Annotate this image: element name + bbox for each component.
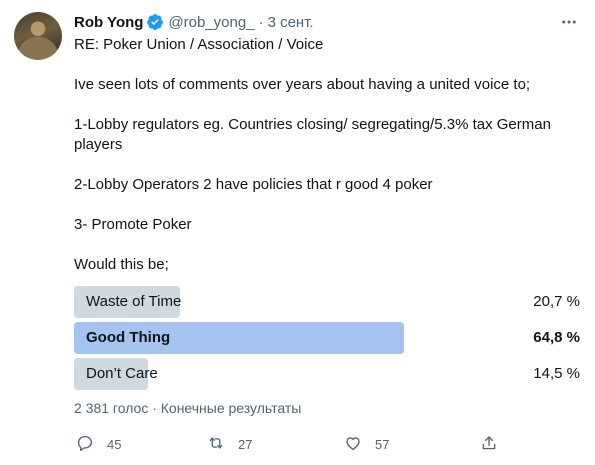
poll-option: Waste of Time 20,7 % (74, 286, 584, 318)
share-button[interactable] (480, 432, 498, 456)
tweet-timestamp[interactable]: 3 сент. (268, 14, 314, 31)
retweet-count: 27 (238, 436, 253, 452)
poll-option-label: Waste of Time (86, 293, 182, 310)
author-name[interactable]: Rob Yong (74, 14, 143, 31)
poll-results-meta: 2 381 голос · Конечные результаты (74, 400, 302, 416)
more-options-icon[interactable] (559, 12, 579, 32)
poll-option-label: Don’t Care (86, 365, 158, 382)
poll-option-percent: 14,5 % (533, 365, 580, 382)
poll-option-winner: Good Thing 64,8 % (74, 322, 584, 354)
tweet[interactable]: Rob Yong @rob_yong_ · 3 сент. RE: Poker … (0, 0, 595, 465)
like-button[interactable]: 57 (344, 432, 389, 456)
poll-option-label: Good Thing (86, 329, 171, 346)
retweet-icon (207, 434, 225, 455)
like-count: 57 (375, 436, 390, 452)
tweet-text-line: 3- Promote Poker (74, 216, 192, 233)
verified-badge-icon (146, 13, 164, 31)
separator-dot: · (258, 13, 264, 31)
action-bar: 45 27 57 (74, 432, 514, 456)
tweet-text-line: Would this be; (74, 256, 169, 273)
heart-icon (344, 434, 362, 455)
reply-count: 45 (107, 436, 122, 452)
share-icon (480, 434, 498, 455)
tweet-text-line: 2-Lobby Operators 2 have policies that r… (74, 176, 433, 193)
poll-option-percent: 64,8 % (533, 329, 580, 346)
retweet-button[interactable]: 27 (207, 432, 252, 456)
avatar[interactable] (14, 12, 62, 60)
reply-icon (76, 434, 94, 455)
tweet-text-line: RE: Poker Union / Association / Voice (74, 36, 324, 53)
tweet-header: Rob Yong @rob_yong_ · 3 сент. (74, 12, 314, 32)
poll-option-percent: 20,7 % (533, 293, 580, 310)
tweet-text-line: Ive seen lots of comments over years abo… (74, 76, 531, 93)
tweet-text-line: 1-Lobby regulators eg. Countries closing… (74, 116, 551, 153)
reply-button[interactable]: 45 (76, 432, 121, 456)
author-handle[interactable]: @rob_yong_ (168, 14, 254, 31)
poll-option: Don’t Care 14,5 % (74, 358, 584, 390)
